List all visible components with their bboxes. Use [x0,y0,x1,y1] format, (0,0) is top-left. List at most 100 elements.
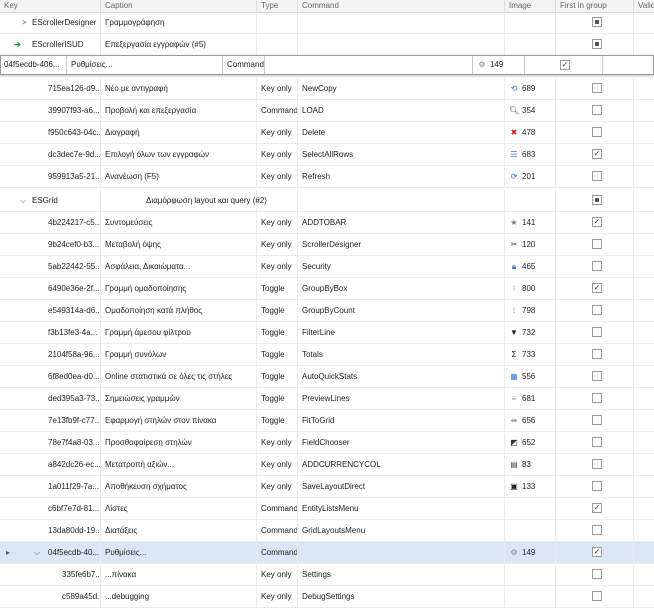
image-cell[interactable]: ⚙ 149 [505,542,556,563]
type-cell[interactable]: Key only [257,166,298,187]
caption-cell[interactable]: Ασφάλεια, Δικαιώματα... [101,256,257,277]
command-cell[interactable]: Totals [298,344,505,365]
key-cell[interactable]: 715ea126-d9... [44,78,101,99]
first-in-group-checkbox[interactable] [592,39,602,49]
command-cell[interactable]: Delete [298,122,505,143]
command-cell[interactable]: ScrollerDesigner [298,234,505,255]
type-editor[interactable]: Command [223,56,265,74]
command-row[interactable]: dc3dec7e-9d... Επιλογή όλων των εγγραφών K… [0,144,654,166]
first-in-group-checkbox[interactable] [592,437,602,447]
command-cell[interactable]: FilterLine [298,322,505,343]
image-cell[interactable]: 🔒︎ 465 [505,256,556,277]
type-cell[interactable]: Key only [257,586,298,607]
command-row[interactable]: 959913a5-21... Ανανέωση (F5) Key only Refre… [0,166,654,188]
command-row[interactable]: 4b224217-c5... Συντομεύσεις Key only ADDTOB… [0,212,654,234]
column-header-key[interactable]: Key [0,0,101,12]
chevron-down-icon[interactable]: ⌵ [34,542,40,563]
first-in-group-checkbox[interactable] [592,569,602,579]
key-editor[interactable]: 04f5ecdb-406... [1,56,67,74]
first-in-group-checkbox[interactable] [592,305,602,315]
command-cell[interactable]: GroupByCount [298,300,505,321]
first-in-group-checkbox[interactable] [592,371,602,381]
caption-cell[interactable]: Ρυθμίσεις... [101,542,257,563]
command-cell[interactable]: LOAD [298,100,505,121]
type-cell[interactable]: Key only [257,256,298,277]
column-header-caption[interactable]: Caption [101,0,257,12]
image-cell[interactable]: ▼ 732 [505,322,556,343]
type-cell[interactable]: Key only [257,234,298,255]
caption-cell[interactable]: Προσθαφαίρεση στηλών [101,432,257,453]
caption-editor[interactable]: Ρυθμίσεις... [67,56,223,74]
caption-cell[interactable]: Μετατροπή αξιών... [101,454,257,475]
first-in-group-checkbox[interactable]: ✓ [592,217,602,227]
key-cell[interactable]: 335fe6b7... [58,564,101,585]
key-cell[interactable]: 1a011f29-7a... [44,476,101,497]
key-cell[interactable]: f3b13fe3-4a... [44,322,101,343]
first-in-group-checkbox[interactable] [592,459,602,469]
caption-cell[interactable]: Μεταβολή όψης [101,234,257,255]
image-cell[interactable] [505,498,556,519]
caption-cell[interactable]: ...πίνακα [101,564,257,585]
caption-cell[interactable]: ...debugging [101,586,257,607]
image-cell[interactable]: ▦ 556 [505,366,556,387]
command-row[interactable]: 335fe6b7... ...πίνακα Key only Settings [0,564,654,586]
command-row[interactable]: f3b13fe3-4a... Γραμμή άμεσου φίλτρου Toggl… [0,322,654,344]
type-cell[interactable]: Key only [257,144,298,165]
first-in-group-checkbox[interactable] [592,17,602,27]
first-in-group-checkbox[interactable] [592,239,602,249]
key-cell[interactable]: c589a45d... [58,586,101,607]
caption-cell[interactable]: Διατάξεις [101,520,257,541]
image-cell[interactable]: ◩ 652 [505,432,556,453]
command-row[interactable]: 39907f93-a6... Προβολή και επεξεργασία Com… [0,100,654,122]
column-header-image[interactable]: Image [505,0,556,12]
key-cell[interactable]: 78e7f4a8-03... [44,432,101,453]
image-cell[interactable]: Σ 733 [505,344,556,365]
key-cell[interactable]: 04f5ecdb-40... [44,542,101,563]
command-row[interactable]: 715ea126-d9... Νέο με αντιγραφή Key only Ne… [0,78,654,100]
caption-cell[interactable]: Προβολή και επεξεργασία [101,100,257,121]
image-cell[interactable]: ⟳ 201 [505,166,556,187]
command-row[interactable]: 2104f58a-96... Γραμμή συνόλων Toggle Totals… [0,344,654,366]
first-in-group-checkbox[interactable]: ✓ [592,283,602,293]
command-cell[interactable] [298,542,505,563]
key-cell[interactable]: ded395a3-73... [44,388,101,409]
key-cell[interactable]: 5ab22442-55... [44,256,101,277]
first-in-group-checkbox[interactable] [592,195,602,205]
type-cell[interactable]: Toggle [257,410,298,431]
image-cell[interactable]: ✂ 120 [505,234,556,255]
group-row[interactable]: ⌵ ESGrid Διαμόρφωση layout και query (#2… [0,190,654,212]
first-in-group-checkbox[interactable] [592,393,602,403]
first-in-group-checkbox[interactable]: ✓ [560,60,570,70]
column-header-type[interactable]: Type [257,0,298,12]
caption-cell[interactable]: Online στατιστικά σε όλες τις στήλες [101,366,257,387]
selected-row[interactable]: ▸ ⌵ 04f5ecdb-40... Ρυθμίσεις... Command … [0,542,654,564]
command-editor[interactable] [265,56,473,74]
image-cell[interactable]: ▤ 83 [505,454,556,475]
first-in-group-checkbox[interactable] [592,415,602,425]
first-in-group-checkbox[interactable] [592,83,602,93]
command-row[interactable]: e549314a-d6... Ομαδοποίηση κατά πλήθος Tog… [0,300,654,322]
first-in-group-checkbox[interactable] [592,349,602,359]
command-row[interactable]: f950c643-04c... Διαγραφή Key only Delete ✖ 47… [0,122,654,144]
caption-cell[interactable]: Γραμμή άμεσου φίλτρου [101,322,257,343]
caption-cell[interactable]: Αποθήκευση σχήματος [101,476,257,497]
command-cell[interactable]: EntityListsMenu [298,498,505,519]
command-row[interactable]: ded395a3-73... Σημειώσεις γραμμών Toggle Pr… [0,388,654,410]
caption-cell[interactable]: Ομαδοποίηση κατά πλήθος [101,300,257,321]
group-row[interactable]: ➔ EScrollerISUD Επεξεργασία εγγραφών (#5… [0,34,654,56]
first-in-group-checkbox[interactable] [592,591,602,601]
type-cell[interactable]: Key only [257,432,298,453]
caption-cell[interactable]: Σημειώσεις γραμμών [101,388,257,409]
column-header-valid[interactable]: Valid [634,0,654,12]
image-cell[interactable]: ☰ 683 [505,144,556,165]
caption-cell[interactable]: Λίστες [101,498,257,519]
key-cell[interactable]: 9b24cef0-b3... [44,234,101,255]
type-cell[interactable]: Toggle [257,278,298,299]
key-cell[interactable]: 7e13fb9f-c77... [44,410,101,431]
first-in-group-checkbox[interactable] [592,171,602,181]
caption-cell[interactable]: Ανανέωση (F5) [101,166,257,187]
type-cell[interactable]: Toggle [257,300,298,321]
command-row[interactable]: 78e7f4a8-03... Προσθαφαίρεση στηλών Key on… [0,432,654,454]
key-cell[interactable]: 39907f93-a6... [44,100,101,121]
group-row[interactable]: > EScrollerDesigner Γραμμογράφηση [0,12,654,34]
